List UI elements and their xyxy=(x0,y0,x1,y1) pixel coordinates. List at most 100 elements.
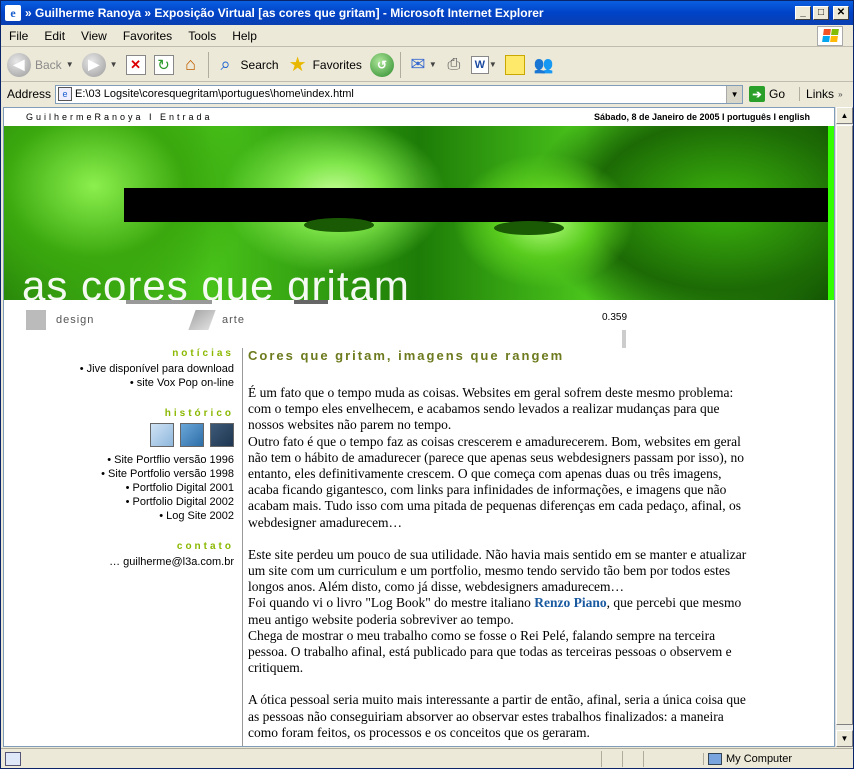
history-thumb-1998[interactable] xyxy=(180,423,204,447)
history-item[interactable]: • Log Site 2002 xyxy=(4,509,234,523)
search-label: Search xyxy=(240,57,279,72)
scroll-thumb[interactable] xyxy=(836,125,853,725)
standard-toolbar: ◀ Back ▼ ▶ ▼ ✕ ↻ ⌂ ⌕ Search ★ Favorites … xyxy=(1,48,853,82)
window-title: » Guilherme Ranoya » Exposição Virtual [… xyxy=(25,6,544,20)
page-icon: e xyxy=(58,87,73,101)
contact-title: contato xyxy=(176,541,234,552)
forward-arrow-icon: ▶ xyxy=(81,52,106,77)
messenger-icon[interactable]: 👥 xyxy=(533,54,555,76)
history-thumb-2001[interactable] xyxy=(210,423,234,447)
contact-email[interactable]: … guilherme@l3a.com.br xyxy=(4,555,234,569)
address-bar: Address e E:\03 Logsite\coresquegritam\p… xyxy=(1,83,853,105)
article-paragraph: Foi quando vi o livro "Log Book" do mest… xyxy=(248,595,748,627)
forward-button[interactable]: ▶ ▼ xyxy=(81,52,118,77)
address-label: Address xyxy=(7,87,52,101)
history-thumbnails xyxy=(4,423,234,447)
ie-icon: e xyxy=(5,5,21,21)
favorites-button[interactable]: ★ Favorites xyxy=(287,54,362,76)
article-paragraph: Este site perdeu um pouco de sua utilida… xyxy=(248,546,747,595)
scroll-up-icon[interactable]: ▲ xyxy=(836,107,853,124)
status-bar: My Computer xyxy=(1,748,853,768)
contact-section: contato … guilherme@l3a.com.br xyxy=(4,541,234,569)
back-label: Back xyxy=(35,57,62,72)
mail-dropdown-icon[interactable]: ▼ xyxy=(429,60,437,69)
history-item[interactable]: • Site Portflio versão 1996 xyxy=(4,453,234,467)
toolbar-separator xyxy=(399,51,401,78)
menu-tools[interactable]: Tools xyxy=(180,29,224,43)
news-item[interactable]: • site Vox Pop on-line xyxy=(4,376,234,390)
title-bar[interactable]: e » Guilherme Ranoya » Exposição Virtual… xyxy=(1,1,853,25)
links-chevron-icon[interactable]: » xyxy=(838,90,842,99)
zone-label: My Computer xyxy=(726,752,793,765)
menu-help[interactable]: Help xyxy=(224,29,265,43)
back-button[interactable]: ◀ Back ▼ xyxy=(7,52,74,77)
address-input[interactable]: e E:\03 Logsite\coresquegritam\portugues… xyxy=(55,84,744,104)
left-sidebar: notícias • Jive disponível para download… xyxy=(4,348,242,746)
refresh-icon[interactable]: ↻ xyxy=(153,54,174,75)
computer-icon xyxy=(708,752,722,765)
banner-image: as cores que gritam xyxy=(4,126,834,300)
address-dropdown-icon[interactable]: ▼ xyxy=(726,85,743,103)
nav-arte[interactable]: arte xyxy=(188,310,245,330)
article-paragraph: A ótica pessoal seria muito mais interes… xyxy=(248,692,746,740)
mail-icon[interactable]: ✉ xyxy=(407,54,429,76)
minimize-button[interactable]: _ xyxy=(795,6,811,20)
banner-black-strip xyxy=(124,188,834,222)
page-viewport: GuilhermeRanoya I Entrada Sábado, 8 de J… xyxy=(3,107,835,747)
history-section: histórico • Site Portflio versão 1996 • … xyxy=(4,408,234,523)
links-button[interactable]: Links xyxy=(799,87,834,101)
stop-icon[interactable]: ✕ xyxy=(125,54,146,75)
home-icon[interactable]: ⌂ xyxy=(180,54,202,76)
browser-window: e » Guilherme Ranoya » Exposição Virtual… xyxy=(0,0,854,769)
vertical-scrollbar[interactable]: ▲ ▼ xyxy=(835,107,853,747)
nav-arte-label: arte xyxy=(222,314,245,326)
go-button[interactable]: ➔ Go xyxy=(749,86,785,102)
address-url: E:\03 Logsite\coresquegritam\portugues\h… xyxy=(75,88,354,100)
forward-dropdown-icon[interactable]: ▼ xyxy=(110,60,118,69)
search-icon: ⌕ xyxy=(220,54,231,74)
nav-design[interactable]: design xyxy=(26,310,94,330)
banner-eye-left xyxy=(304,218,374,232)
site-nav: design arte 0.359 xyxy=(4,300,834,348)
menu-view[interactable]: View xyxy=(73,29,115,43)
search-button[interactable]: ⌕ Search xyxy=(215,54,279,76)
news-title: notícias xyxy=(172,348,234,359)
edit-word-icon[interactable]: W xyxy=(470,55,489,74)
history-item[interactable]: • Portfolio Digital 2002 xyxy=(4,495,234,509)
close-button[interactable]: ✕ xyxy=(833,6,849,20)
status-segment xyxy=(643,750,644,767)
counter-value: 0.359 xyxy=(602,312,628,323)
history-title: histórico xyxy=(164,408,234,419)
status-segment xyxy=(601,750,602,767)
article-paragraph: É um fato que o tempo muda as coisas. We… xyxy=(248,385,734,433)
back-dropdown-icon[interactable]: ▼ xyxy=(66,60,74,69)
edit-dropdown-icon[interactable]: ▼ xyxy=(489,60,497,69)
back-arrow-icon: ◀ xyxy=(7,52,31,77)
menu-edit[interactable]: Edit xyxy=(36,29,73,43)
design-icon xyxy=(26,310,46,330)
main-article: Cores que gritam, imagens que rangem É u… xyxy=(248,348,748,741)
article-text: Foi quando vi o livro "Log Book" do mest… xyxy=(248,595,535,611)
news-item[interactable]: • Jive disponível para download xyxy=(4,362,234,376)
menu-favorites[interactable]: Favorites xyxy=(115,29,180,43)
print-icon[interactable]: ⎙ xyxy=(443,54,465,76)
scroll-down-icon[interactable]: ▼ xyxy=(836,730,853,747)
go-arrow-icon: ➔ xyxy=(749,86,766,102)
column-divider xyxy=(242,348,243,746)
renzo-piano-link[interactable]: Renzo Piano xyxy=(534,595,606,610)
discuss-note-icon[interactable] xyxy=(504,54,525,75)
go-label: Go xyxy=(769,87,786,101)
nav-gray-bar xyxy=(126,300,212,304)
menu-file[interactable]: File xyxy=(1,29,36,43)
history-item[interactable]: • Site Portfolio versão 1998 xyxy=(4,467,234,481)
site-date-language[interactable]: Sábado, 8 de Janeiro de 2005 I português… xyxy=(594,112,810,122)
maximize-button[interactable]: □ xyxy=(813,6,829,20)
history-icon[interactable]: ↺ xyxy=(369,52,394,77)
history-thumb-1996[interactable] xyxy=(150,423,174,447)
nav-gray-bar xyxy=(294,300,328,304)
menu-bar: File Edit View Favorites Tools Help xyxy=(1,25,853,47)
history-item[interactable]: • Portfolio Digital 2001 xyxy=(4,481,234,495)
site-brand[interactable]: GuilhermeRanoya I Entrada xyxy=(26,112,213,122)
security-zone: My Computer xyxy=(703,752,853,765)
article-paragraph: Outro fato é que o tempo faz as coisas c… xyxy=(248,433,744,530)
